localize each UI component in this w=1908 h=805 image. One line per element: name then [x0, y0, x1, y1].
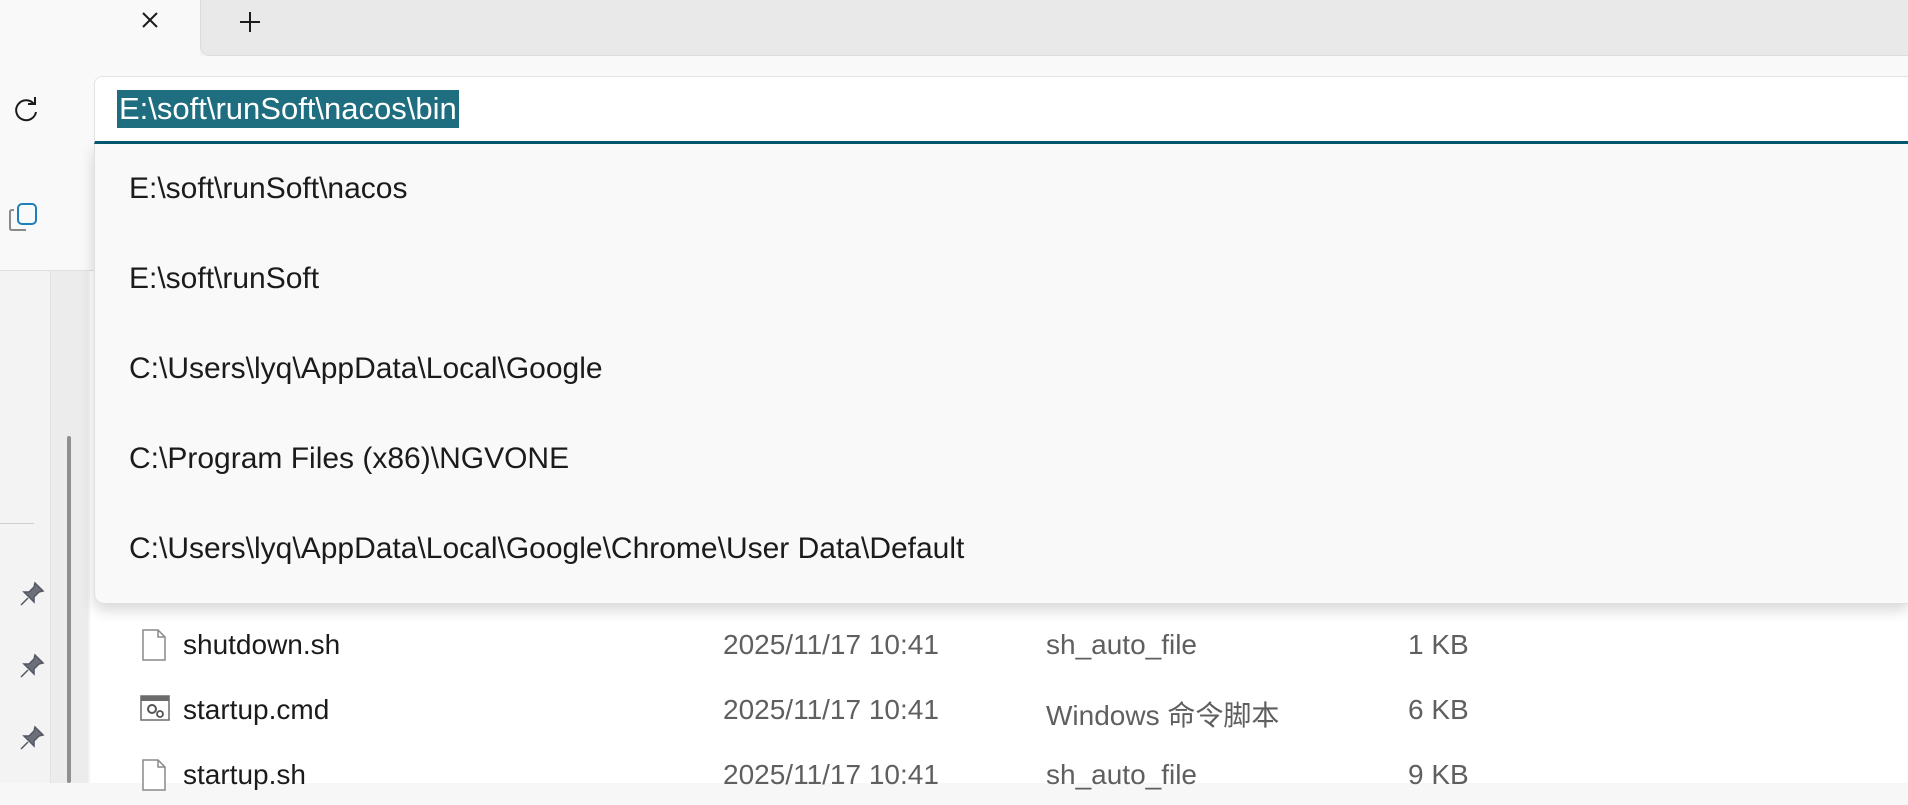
file-size: 1 KB — [1408, 629, 1469, 660]
file-row[interactable]: startup.cmd 2025/11/17 10:41 Windows 命令脚… — [90, 676, 1908, 740]
suggestion-item[interactable]: C:\Program Files (x86)\NGVONE — [95, 414, 1908, 504]
close-icon[interactable] — [136, 6, 164, 34]
suggestion-item[interactable]: C:\Users\lyq\AppData\Local\Google — [95, 324, 1908, 414]
suggestion-label: C:\Program Files (x86)\NGVONE — [129, 442, 570, 475]
address-bar-input[interactable]: E:\soft\runSoft\nacos\bin — [94, 76, 1908, 144]
suggestion-item[interactable]: E:\soft\runSoft — [95, 234, 1908, 324]
file-type: sh_auto_file — [1046, 629, 1198, 660]
active-tab[interactable] — [0, 0, 200, 56]
suggestion-item[interactable]: E:\soft\runSoft\nacos — [95, 144, 1908, 234]
address-suggestions-dropdown: E:\soft\runSoft\nacos E:\soft\runSoft C:… — [94, 144, 1908, 604]
tab-strip-background — [200, 0, 1908, 56]
blank-file-icon — [140, 759, 168, 791]
file-type: sh_auto_file — [1046, 759, 1198, 790]
file-size: 6 KB — [1408, 694, 1469, 725]
nav-divider — [0, 523, 34, 524]
copy-icon[interactable] — [4, 198, 42, 236]
file-row[interactable]: shutdown.sh 2025/11/17 10:41 sh_auto_fil… — [90, 611, 1908, 675]
file-row[interactable]: startup.sh 2025/11/17 10:41 sh_auto_file… — [90, 741, 1908, 805]
file-name: startup.sh — [183, 759, 306, 790]
suggestion-label: E:\soft\runSoft — [129, 262, 320, 295]
navigation-pane — [0, 271, 90, 783]
suggestion-label: E:\soft\runSoft\nacos — [129, 172, 408, 205]
address-bar-selected-text: E:\soft\runSoft\nacos\bin — [117, 90, 459, 128]
file-name: shutdown.sh — [183, 629, 341, 660]
suggestion-label: C:\Users\lyq\AppData\Local\Google — [129, 352, 603, 385]
file-name: startup.cmd — [183, 694, 330, 725]
blank-file-icon — [140, 629, 168, 661]
suggestion-label: C:\Users\lyq\AppData\Local\Google\Chrome… — [129, 532, 965, 565]
script-file-icon — [140, 694, 170, 726]
file-date: 2025/11/17 10:41 — [723, 759, 939, 790]
file-type: Windows 命令脚本 — [1046, 700, 1280, 731]
refresh-icon[interactable] — [8, 92, 44, 128]
nav-scrollbar-thumb[interactable] — [67, 436, 71, 783]
file-date: 2025/11/17 10:41 — [723, 629, 939, 660]
tab-strip — [0, 0, 1908, 56]
pin-icon[interactable] — [18, 652, 46, 680]
plus-icon[interactable] — [236, 8, 264, 36]
suggestion-item[interactable]: C:\Users\lyq\AppData\Local\Google\Chrome… — [95, 504, 1908, 594]
file-size: 9 KB — [1408, 759, 1469, 790]
pin-icon[interactable] — [18, 580, 46, 608]
file-date: 2025/11/17 10:41 — [723, 694, 939, 725]
pin-icon[interactable] — [18, 724, 46, 752]
